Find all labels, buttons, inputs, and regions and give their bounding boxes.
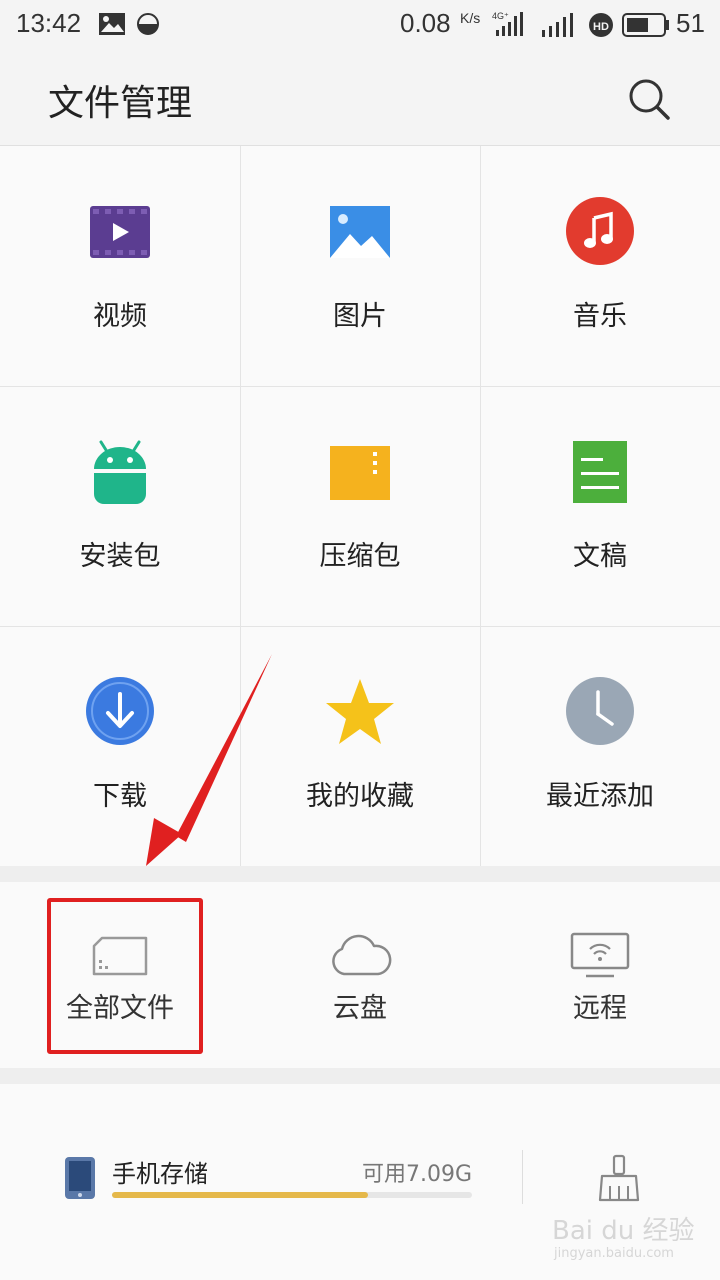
watermark-url: jingyan.baidu.com bbox=[554, 1246, 674, 1261]
net-speed-unit: K/s bbox=[460, 10, 481, 26]
half-circle-icon bbox=[137, 13, 159, 35]
category-music[interactable]: 音乐 bbox=[480, 146, 720, 386]
archive-icon bbox=[330, 446, 390, 500]
watermark-logo: Bai du 经验 bbox=[552, 1216, 695, 1246]
category-label: 下载 bbox=[93, 781, 147, 812]
category-label: 视频 bbox=[93, 301, 147, 332]
remote-monitor-icon bbox=[570, 932, 630, 978]
category-recent[interactable]: 最近添加 bbox=[480, 626, 720, 866]
status-bar: 13:42 0.08 K/s 4G⁺ HD 51 bbox=[0, 0, 720, 50]
android-icon bbox=[94, 440, 146, 504]
category-archive[interactable]: 压缩包 bbox=[240, 386, 480, 626]
grid-divider bbox=[0, 626, 720, 627]
storage-progress-fill bbox=[112, 1192, 368, 1198]
svg-text:HD: HD bbox=[593, 21, 609, 33]
location-remote[interactable]: 远程 bbox=[480, 882, 720, 1068]
search-icon[interactable] bbox=[626, 76, 672, 122]
category-label: 安装包 bbox=[79, 541, 161, 572]
image-notification-icon bbox=[99, 13, 125, 35]
music-icon bbox=[566, 197, 634, 265]
category-label: 最近添加 bbox=[546, 781, 654, 812]
category-apk[interactable]: 安装包 bbox=[0, 386, 240, 626]
svg-text:4G⁺: 4G⁺ bbox=[492, 11, 509, 21]
storage-available: 可用7.09G bbox=[361, 1162, 472, 1187]
battery-icon bbox=[622, 13, 669, 37]
storage-divider bbox=[522, 1150, 523, 1204]
category-label: 音乐 bbox=[573, 301, 627, 332]
clock-icon bbox=[566, 677, 634, 745]
broom-icon[interactable] bbox=[596, 1154, 642, 1202]
category-label: 我的收藏 bbox=[306, 781, 414, 812]
category-label: 文稿 bbox=[573, 541, 627, 572]
category-favorites[interactable]: 我的收藏 bbox=[240, 626, 480, 866]
net-speed: 0.08 bbox=[400, 8, 451, 38]
video-icon bbox=[90, 206, 150, 258]
location-label: 远程 bbox=[573, 993, 627, 1024]
location-label: 云盘 bbox=[333, 993, 387, 1024]
category-image[interactable]: 图片 bbox=[240, 146, 480, 386]
category-label: 压缩包 bbox=[319, 541, 401, 572]
battery-level: 51 bbox=[676, 8, 705, 38]
document-icon bbox=[573, 441, 627, 503]
storage-progress bbox=[112, 1192, 472, 1198]
app-header: 文件管理 bbox=[0, 50, 720, 146]
status-time: 13:42 bbox=[16, 8, 82, 38]
grid-divider bbox=[0, 386, 720, 387]
category-video[interactable]: 视频 bbox=[0, 146, 240, 386]
grid-divider bbox=[480, 146, 481, 866]
storage-label: 手机存储 bbox=[112, 1160, 208, 1188]
page-title: 文件管理 bbox=[48, 83, 193, 124]
location-cloud[interactable]: 云盘 bbox=[240, 882, 480, 1068]
category-label: 图片 bbox=[333, 301, 387, 332]
cloud-icon bbox=[332, 934, 392, 976]
download-icon bbox=[86, 677, 154, 745]
signal-icon bbox=[542, 13, 573, 37]
hd-voice-icon: HD bbox=[589, 13, 613, 37]
star-icon bbox=[326, 679, 394, 744]
grid-divider bbox=[240, 146, 241, 866]
category-document[interactable]: 文稿 bbox=[480, 386, 720, 626]
category-grid: 视频 图片 音乐 安装包 压缩包 文稿 下载 我的收藏 最近添加 bbox=[0, 146, 720, 866]
section-divider bbox=[0, 866, 720, 882]
signal-4g-icon: 4G⁺ bbox=[492, 11, 523, 36]
phone-icon bbox=[65, 1157, 95, 1199]
image-icon bbox=[330, 206, 390, 258]
category-download[interactable]: 下载 bbox=[0, 626, 240, 866]
highlight-box bbox=[47, 898, 203, 1054]
section-divider bbox=[0, 1068, 720, 1084]
